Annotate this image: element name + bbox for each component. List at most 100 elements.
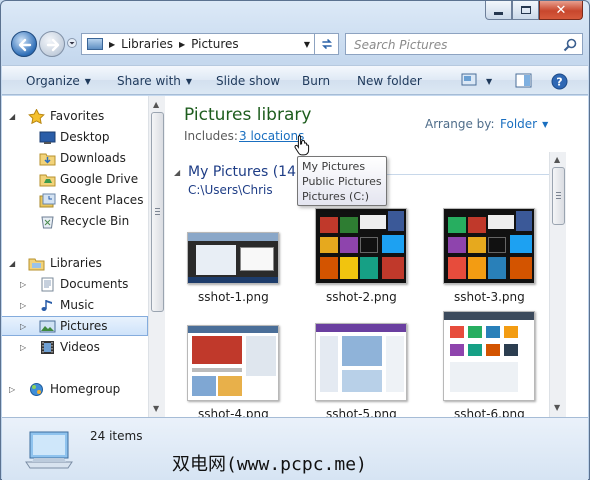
collapse-arrow-icon[interactable]: ◢ [9,259,15,268]
expand-arrow-icon[interactable]: ▷ [20,280,26,289]
file-name: sshot-3.png [454,290,525,304]
file-item[interactable]: sshot-5.png [312,323,412,417]
sidebar-item-videos[interactable]: ▷ Videos [2,337,148,357]
sidebar-label-homegroup: Homegroup [50,382,121,396]
music-icon [41,299,52,311]
hand-cursor-icon [294,135,310,156]
file-list-scroll-thumb[interactable] [552,167,565,225]
scroll-down-arrow-icon[interactable]: ▼ [153,404,159,413]
libraries-icon [28,258,45,270]
group-collapse-arrow-icon[interactable]: ◢ [174,168,180,177]
sidebar-item-recycle-bin[interactable]: Recycle Bin [2,211,148,231]
command-bar: Organize ▼ Share with ▼ Slide show Burn Ne… [2,65,588,95]
svg-text:?: ? [556,76,562,89]
sidebar-label-favorites: Favorites [50,109,105,123]
chevron-down-icon: ▼ [542,120,549,129]
breadcrumb-chevron-icon[interactable]: ▶ [109,40,115,49]
expand-arrow-icon[interactable]: ▷ [9,385,15,394]
videos-icon [41,340,54,354]
sidebar-item-pictures[interactable]: ▷ Pictures [2,316,148,336]
sidebar-label-libraries: Libraries [50,256,102,270]
refresh-button[interactable] [315,33,339,55]
explorer-window: ✕ ▶ Libraries ▶ Pictures ▼ Search Pictur… [0,0,590,480]
sidebar-label-music: Music [60,298,95,312]
sidebar-item-recent-places[interactable]: Recent Places [2,190,148,210]
homegroup-icon [30,382,43,396]
change-view-icon[interactable] [461,73,479,87]
search-icon[interactable] [563,38,577,52]
close-button[interactable]: ✕ [539,1,583,20]
google-drive-folder-icon [39,174,56,186]
group-folder-path: C:\Users\Chris [188,183,273,197]
sidebar-item-google-drive[interactable]: Google Drive [2,169,148,189]
sidebar-label-google-drive: Google Drive [60,172,139,186]
scroll-down-arrow-icon[interactable]: ▼ [554,403,560,412]
expand-arrow-icon[interactable]: ▷ [20,301,26,310]
burn-button[interactable]: Burn [302,74,330,88]
caption-buttons: ✕ [485,1,583,20]
file-thumbnail [187,232,279,284]
sidebar-item-homegroup[interactable]: ▷ Homegroup [2,379,148,399]
maximize-button[interactable] [512,1,539,20]
file-thumbnail [443,208,535,284]
sidebar-item-music[interactable]: ▷ Music [2,295,148,315]
minimize-icon [494,11,503,15]
recent-pages-dropdown[interactable] [67,38,77,48]
scroll-up-arrow-icon[interactable]: ▲ [153,100,159,109]
sidebar-item-desktop[interactable]: Desktop [2,127,148,147]
share-with-button[interactable]: Share with ▼ [117,74,192,88]
includes-label: Includes: [184,129,238,143]
search-input[interactable]: Search Pictures [345,33,583,55]
sidebar-item-documents[interactable]: ▷ Documents [2,274,148,294]
file-item[interactable]: sshot-6.png [440,311,540,417]
share-with-label: Share with [117,74,181,88]
sidebar-item-favorites[interactable]: ◢ Favorites [2,106,148,126]
sidebar-item-libraries[interactable]: ◢ Libraries [2,253,148,273]
file-list-scrollbar[interactable]: ▲ ▼ [549,152,566,417]
preview-pane-icon[interactable] [515,73,532,88]
breadcrumb-pictures[interactable]: Pictures [191,37,239,51]
recent-places-icon [39,193,56,207]
sidebar-label-videos: Videos [60,340,100,354]
view-options-dropdown-icon[interactable]: ▼ [486,74,492,88]
navigation-scroll-thumb[interactable] [151,112,164,312]
breadcrumb-chevron-icon[interactable]: ▶ [179,40,185,49]
file-item[interactable]: sshot-3.png [440,208,540,306]
sidebar-label-desktop: Desktop [60,130,110,144]
forward-arrow-icon [46,38,60,52]
file-item[interactable]: sshot-1.png [184,232,284,306]
pictures-library-icon [25,431,73,469]
tooltip-line: My Pictures [302,160,366,173]
sidebar-item-downloads[interactable]: Downloads [2,148,148,168]
group-header[interactable]: My Pictures (14) [188,164,301,180]
file-thumbnail [443,311,535,401]
recycle-bin-icon [41,216,54,228]
forward-button[interactable] [39,31,65,57]
file-name: sshot-2.png [326,290,397,304]
favorites-star-icon [28,108,45,124]
address-dropdown-icon[interactable]: ▼ [304,40,310,49]
slide-show-button[interactable]: Slide show [216,74,280,88]
organize-button[interactable]: Organize ▼ [26,74,91,88]
help-icon[interactable]: ? [551,73,568,90]
expand-arrow-icon[interactable]: ▷ [20,343,26,352]
file-item[interactable]: sshot-4.png [184,325,284,417]
minimize-button[interactable] [485,1,512,20]
breadcrumb-libraries[interactable]: Libraries [121,37,173,51]
collapse-arrow-icon[interactable]: ◢ [9,112,15,121]
search-placeholder: Search Pictures [354,38,448,52]
new-folder-button[interactable]: New folder [357,74,422,88]
expand-arrow-icon[interactable]: ▷ [20,322,26,331]
close-icon: ✕ [555,2,567,18]
address-bar[interactable]: ▶ Libraries ▶ Pictures ▼ [81,33,315,55]
file-list-pane: Pictures library Includes: 3 locations A… [166,96,566,417]
sidebar-label-pictures: Pictures [60,319,108,333]
back-button[interactable] [11,31,37,57]
arrange-by-dropdown[interactable]: Folder ▼ [500,117,548,131]
navigation-pane-scrollbar[interactable]: ▲ ▼ [148,96,165,417]
navigation-bar: ▶ Libraries ▶ Pictures ▼ Search Pictures [9,29,583,59]
scroll-up-arrow-icon[interactable]: ▲ [554,155,560,164]
share-with-dropdown-icon: ▼ [185,77,193,86]
file-item[interactable]: sshot-2.png [312,208,412,306]
maximize-icon [520,6,531,14]
